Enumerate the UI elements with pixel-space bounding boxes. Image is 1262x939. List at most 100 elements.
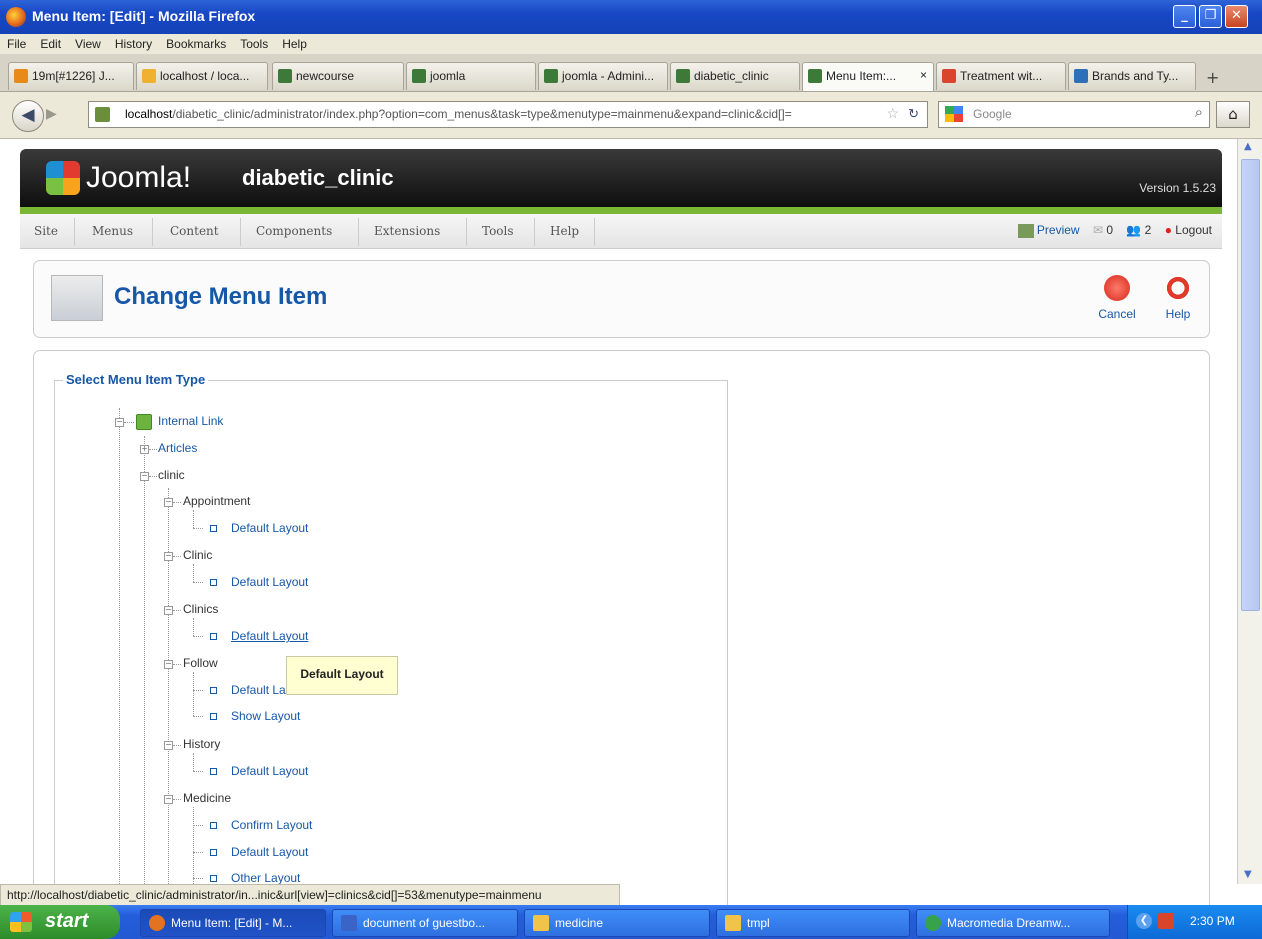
tree-connector — [193, 618, 194, 636]
collapse-icon[interactable]: − — [115, 418, 124, 427]
menu-help[interactable]: Help — [275, 34, 314, 51]
cancel-button[interactable]: Cancel — [1094, 275, 1140, 321]
tree-item-appointment-default-layout[interactable]: Default Layout — [231, 521, 308, 535]
tree-item-clinic-default-layout[interactable]: Default Layout — [231, 575, 308, 589]
close-button[interactable]: ✕ — [1225, 5, 1248, 28]
url-bar[interactable]: localhost/diabetic_clinic/administrator/… — [88, 101, 928, 128]
tab-diabetic-clinic[interactable]: diabetic_clinic — [670, 62, 800, 90]
admin-menu-content[interactable]: Content — [170, 224, 219, 238]
collapse-icon[interactable]: − — [164, 606, 173, 615]
forward-button[interactable]: ▶ — [46, 106, 57, 122]
tree-item-medicine[interactable]: Medicine — [183, 791, 231, 805]
tab-menu-item[interactable]: Menu Item:... × — [802, 62, 934, 91]
tree-connector — [193, 564, 194, 582]
new-tab-icon[interactable]: + — [1206, 68, 1219, 87]
menu-divider — [74, 218, 75, 246]
menu-edit[interactable]: Edit — [33, 34, 68, 51]
tree-connector — [193, 716, 203, 717]
admin-menu-tools[interactable]: Tools — [482, 224, 514, 238]
tab-brands[interactable]: Brands and Ty... — [1068, 62, 1196, 90]
restore-button[interactable]: ❐ — [1199, 5, 1222, 28]
search-bar[interactable]: Google ⌕ — [938, 101, 1210, 128]
tab-phpmyadmin[interactable]: localhost / loca... — [136, 62, 268, 90]
tree-connector — [119, 408, 120, 884]
admin-menu-help[interactable]: Help — [550, 224, 579, 238]
tab-19m[interactable]: 19m[#1226] J... — [8, 62, 134, 90]
collapse-icon[interactable]: − — [164, 552, 173, 561]
messages-count[interactable]: 0 — [1106, 223, 1113, 237]
scroll-down-icon[interactable]: ▼ — [1244, 869, 1252, 880]
heart-icon — [942, 69, 956, 83]
tree-connector — [173, 610, 181, 611]
tab-treatment[interactable]: Treatment wit... — [936, 62, 1066, 90]
tree-item-history[interactable]: History — [183, 737, 220, 751]
tree-item-medicine-default-layout[interactable]: Default Layout — [231, 845, 308, 859]
tree-item-history-default-layout[interactable]: Default Layout — [231, 764, 308, 778]
tab-newcourse[interactable]: newcourse — [272, 62, 404, 90]
scrollbar-thumb[interactable] — [1241, 159, 1260, 611]
title-bar: Menu Item: [Edit] - Mozilla Firefox _ ❐ … — [0, 0, 1262, 34]
minimize-button[interactable]: _ — [1173, 5, 1196, 28]
taskbar-item-medicine-folder[interactable]: medicine — [524, 909, 710, 937]
taskbar-item-tmpl-folder[interactable]: tmpl — [716, 909, 910, 937]
search-icon[interactable]: ⌕ — [1195, 104, 1203, 121]
tab-close-icon[interactable]: × — [920, 68, 927, 82]
clock-icon — [14, 69, 28, 83]
expand-icon[interactable]: + — [140, 445, 149, 454]
tree-item-clinic-view[interactable]: Clinic — [183, 548, 212, 562]
tab-joomla[interactable]: joomla — [406, 62, 536, 90]
tree-item-medicine-other-layout[interactable]: Other Layout — [231, 871, 300, 885]
bookmark-star-icon[interactable]: ☆ — [886, 105, 899, 122]
taskbar-item-word[interactable]: document of guestbo... — [332, 909, 518, 937]
tree-connector — [193, 825, 203, 826]
tree-item-articles[interactable]: Articles — [158, 441, 197, 455]
admin-menu-extensions[interactable]: Extensions — [374, 224, 440, 238]
tree-item-follow-default-layout[interactable]: Default La — [231, 683, 286, 697]
menu-history[interactable]: History — [108, 34, 159, 51]
messages-icon: ✉ — [1092, 223, 1103, 237]
show-hidden-icons-icon[interactable]: ❮ — [1136, 913, 1152, 929]
joomla-header: Joomla! diabetic_clinic Version 1.5.23 — [20, 149, 1222, 207]
menu-tools[interactable]: Tools — [233, 34, 275, 51]
tree-item-clinics[interactable]: Clinics — [183, 602, 218, 616]
tree-item-internal-link[interactable]: Internal Link — [158, 414, 223, 428]
window-title: Menu Item: [Edit] - Mozilla Firefox — [32, 8, 256, 24]
menu-file[interactable]: File — [0, 34, 33, 51]
tree-item-clinic[interactable]: clinic — [158, 468, 185, 482]
scroll-up-icon[interactable]: ▲ — [1244, 141, 1252, 152]
tab-joomla-admin[interactable]: joomla - Admini... — [538, 62, 668, 90]
menu-divider — [534, 218, 535, 246]
taskbar-item-dreamweaver[interactable]: Macromedia Dreamw... — [916, 909, 1110, 937]
collapse-icon[interactable]: − — [164, 795, 173, 804]
collapse-icon[interactable]: − — [164, 660, 173, 669]
collapse-icon[interactable]: − — [140, 472, 149, 481]
help-label: Help — [1165, 307, 1191, 321]
help-button[interactable]: Help — [1158, 275, 1198, 321]
clock: 2:30 PM — [1190, 914, 1235, 928]
logout-link[interactable]: Logout — [1175, 223, 1212, 237]
reload-icon[interactable]: ↻ — [908, 106, 919, 122]
back-button[interactable]: ◀ — [12, 100, 44, 132]
lifebuoy-icon — [1165, 275, 1191, 301]
tray-app-icon[interactable] — [1158, 913, 1174, 929]
collapse-icon[interactable]: − — [164, 741, 173, 750]
admin-menu-site[interactable]: Site — [34, 224, 58, 238]
admin-menu: Site Menus Content Components Extensions… — [20, 214, 1222, 249]
collapse-icon[interactable]: − — [164, 498, 173, 507]
tree-item-clinics-default-layout[interactable]: Default Layout — [231, 629, 308, 643]
tree-item-follow-show-layout[interactable]: Show Layout — [231, 709, 300, 723]
menu-view[interactable]: View — [68, 34, 108, 51]
tree-item-medicine-confirm-layout[interactable]: Confirm Layout — [231, 818, 312, 832]
preview-link[interactable]: Preview — [1037, 223, 1080, 237]
tree-item-appointment[interactable]: Appointment — [183, 494, 250, 508]
admin-menu-components[interactable]: Components — [256, 224, 332, 238]
admin-menu-menus[interactable]: Menus — [92, 224, 133, 238]
vertical-scrollbar[interactable]: ▲ ▼ — [1237, 139, 1262, 884]
task-label: Macromedia Dreamw... — [947, 916, 1071, 930]
home-icon[interactable]: ⌂ — [1216, 101, 1250, 128]
users-count[interactable]: 2 — [1145, 223, 1152, 237]
taskbar-item-firefox[interactable]: Menu Item: [Edit] - M... — [140, 909, 326, 937]
menu-bookmarks[interactable]: Bookmarks — [159, 34, 233, 51]
tree-item-follow[interactable]: Follow — [183, 656, 218, 670]
start-button[interactable]: start — [0, 905, 120, 939]
